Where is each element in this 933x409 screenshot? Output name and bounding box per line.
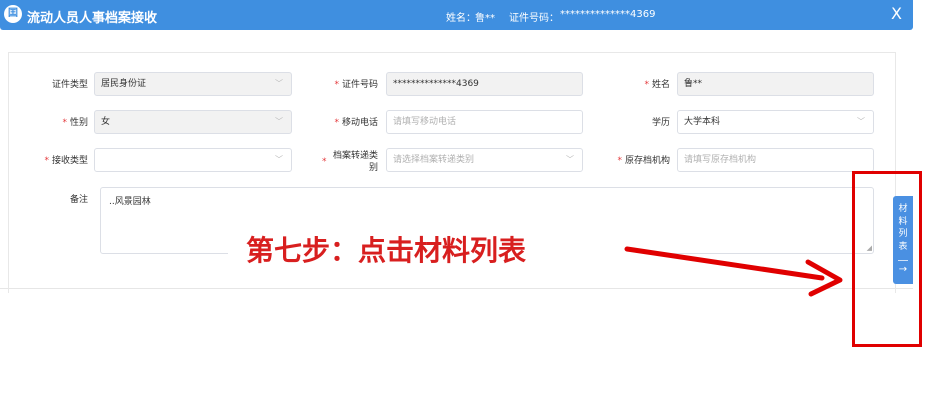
- annotation-arrow-icon: [624, 246, 843, 297]
- highlight-box: [852, 171, 922, 347]
